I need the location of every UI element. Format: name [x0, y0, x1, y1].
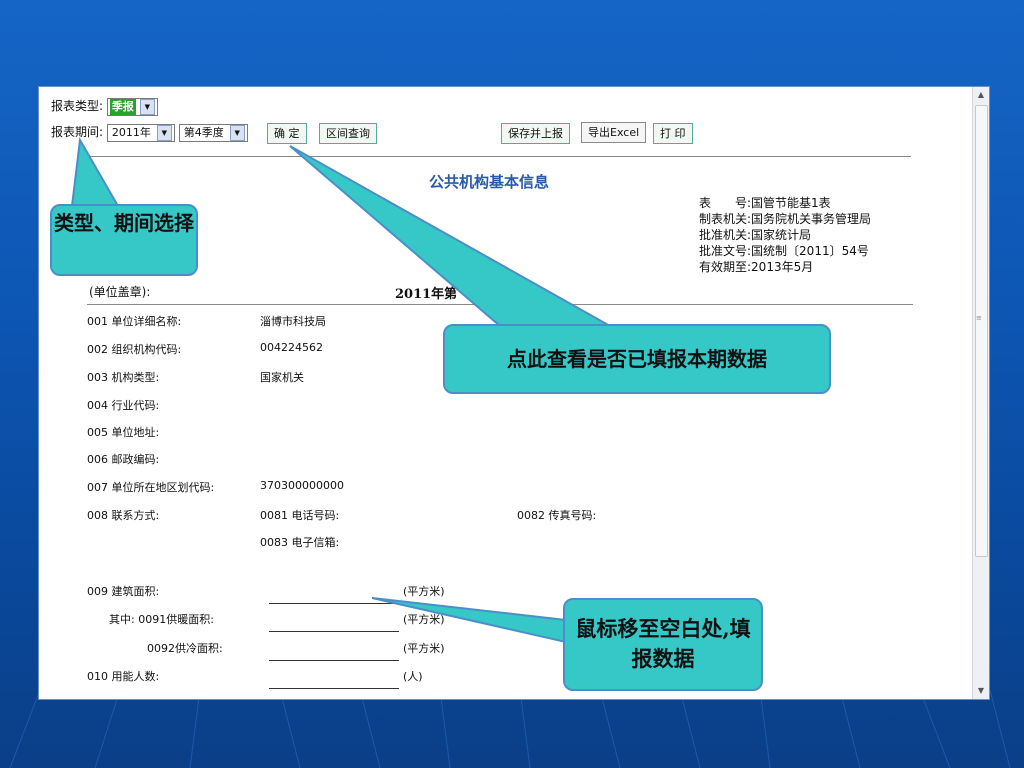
meta-key: 批准机关: — [699, 228, 752, 242]
meta-key: 批准文号: — [699, 244, 752, 258]
meta-row: 批准机关:国家统计局 — [699, 227, 871, 243]
area-unit: (平方米) — [403, 613, 445, 626]
year-select[interactable]: 2011年 ▼ — [106, 123, 175, 142]
report-type-value: 季报 — [109, 98, 136, 115]
field-value[interactable]: 国家机关 — [260, 369, 304, 385]
meta-value: 国务院机关事务管理局 — [751, 212, 872, 226]
save-submit-button[interactable]: 保存并上报 — [501, 123, 570, 144]
heating-area-input[interactable] — [269, 631, 399, 632]
vertical-scrollbar[interactable]: ▲ ≡ ▼ — [972, 87, 989, 699]
field-label: 003 机构类型: — [87, 371, 160, 384]
field-label: 008 联系方式: — [87, 509, 160, 522]
field-label: 004 行业代码: — [87, 399, 160, 412]
area-label: 009 建筑面积: — [87, 585, 160, 598]
callout-check-submitted: 点此查看是否已填报本期数据 — [443, 324, 831, 394]
quarter-value: 第4季度 — [183, 125, 224, 139]
meta-row: 制表机关:国务院机关事务管理局 — [699, 211, 871, 227]
print-button[interactable]: 打 印 — [653, 123, 693, 144]
energy-users-input[interactable] — [269, 688, 399, 689]
meta-key: 表 号: — [699, 196, 752, 210]
report-type-row: 报表类型: 季报 ▼ — [51, 97, 158, 116]
scroll-down-icon[interactable]: ▼ — [973, 683, 989, 699]
area-unit: (人) — [403, 670, 423, 683]
scroll-thumb[interactable] — [975, 105, 988, 557]
form-title: 公共机构基本信息 — [429, 173, 550, 191]
report-period-row: 报表期间: 2011年 ▼ 第4季度 ▼ — [51, 123, 248, 142]
area-label: 其中: 0091供暖面积: — [109, 613, 214, 626]
fax-label: 0082 传真号码: — [517, 509, 597, 522]
quarter-select[interactable]: 第4季度 ▼ — [178, 123, 248, 142]
email-label: 0083 电子信箱: — [260, 536, 340, 549]
field-value[interactable]: 370300000000 — [260, 479, 344, 492]
cooling-area-input[interactable] — [269, 660, 399, 661]
meta-key: 制表机关: — [699, 212, 752, 226]
field-label: 001 单位详细名称: — [87, 315, 182, 328]
scroll-up-icon[interactable]: ▲ — [973, 87, 989, 103]
chevron-down-icon[interactable]: ▼ — [156, 124, 172, 141]
field-label: 006 邮政编码: — [87, 453, 160, 466]
range-query-button[interactable]: 区间查询 — [319, 123, 377, 144]
period-heading: 2011年第 — [395, 287, 458, 302]
field-value[interactable]: 004224562 — [260, 341, 323, 354]
building-area-input[interactable] — [269, 603, 399, 604]
meta-row: 有效期至:2013年5月 — [699, 259, 871, 275]
year-value: 2011年 — [111, 125, 151, 139]
meta-value: 国管节能基1表 — [751, 196, 831, 210]
export-excel-button[interactable]: 导出Excel — [581, 122, 647, 143]
meta-row: 表 号:国管节能基1表 — [699, 195, 871, 211]
field-value[interactable]: 淄博市科技局 — [260, 313, 326, 329]
meta-value: 国家统计局 — [751, 228, 812, 242]
phone-label: 0081 电话号码: — [260, 509, 340, 522]
background-decoration — [9, 690, 1011, 768]
unit-seal-label: (单位盖章): — [89, 285, 151, 299]
report-period-label: 报表期间: — [51, 125, 104, 139]
area-label: 010 用能人数: — [87, 670, 160, 683]
form-meta: 表 号:国管节能基1表 制表机关:国务院机关事务管理局 批准机关:国家统计局 批… — [699, 195, 871, 275]
field-label: 002 组织机构代码: — [87, 343, 182, 356]
header-divider — [87, 304, 913, 305]
callout-type-period: 类型、期间选择 — [50, 204, 198, 276]
meta-value: 2013年5月 — [751, 260, 814, 274]
meta-row: 批准文号:国统制〔2011〕54号 — [699, 243, 871, 259]
area-label: 0092供冷面积: — [147, 642, 223, 655]
grip-icon: ≡ — [976, 314, 982, 322]
chevron-down-icon[interactable]: ▼ — [139, 98, 155, 115]
toolbar-divider — [89, 156, 911, 157]
report-type-label: 报表类型: — [51, 99, 104, 113]
confirm-button[interactable]: 确 定 — [267, 123, 307, 144]
field-label: 007 单位所在地区划代码: — [87, 481, 215, 494]
chevron-down-icon[interactable]: ▼ — [229, 124, 245, 141]
meta-value: 国统制〔2011〕54号 — [751, 244, 869, 258]
meta-key: 有效期至: — [699, 260, 752, 274]
field-label: 005 单位地址: — [87, 426, 160, 439]
callout-fill-data: 鼠标移至空白处,填报数据 — [563, 598, 763, 691]
area-unit: (平方米) — [403, 642, 445, 655]
report-type-select[interactable]: 季报 ▼ — [106, 97, 158, 116]
area-unit: (平方米) — [403, 585, 445, 598]
